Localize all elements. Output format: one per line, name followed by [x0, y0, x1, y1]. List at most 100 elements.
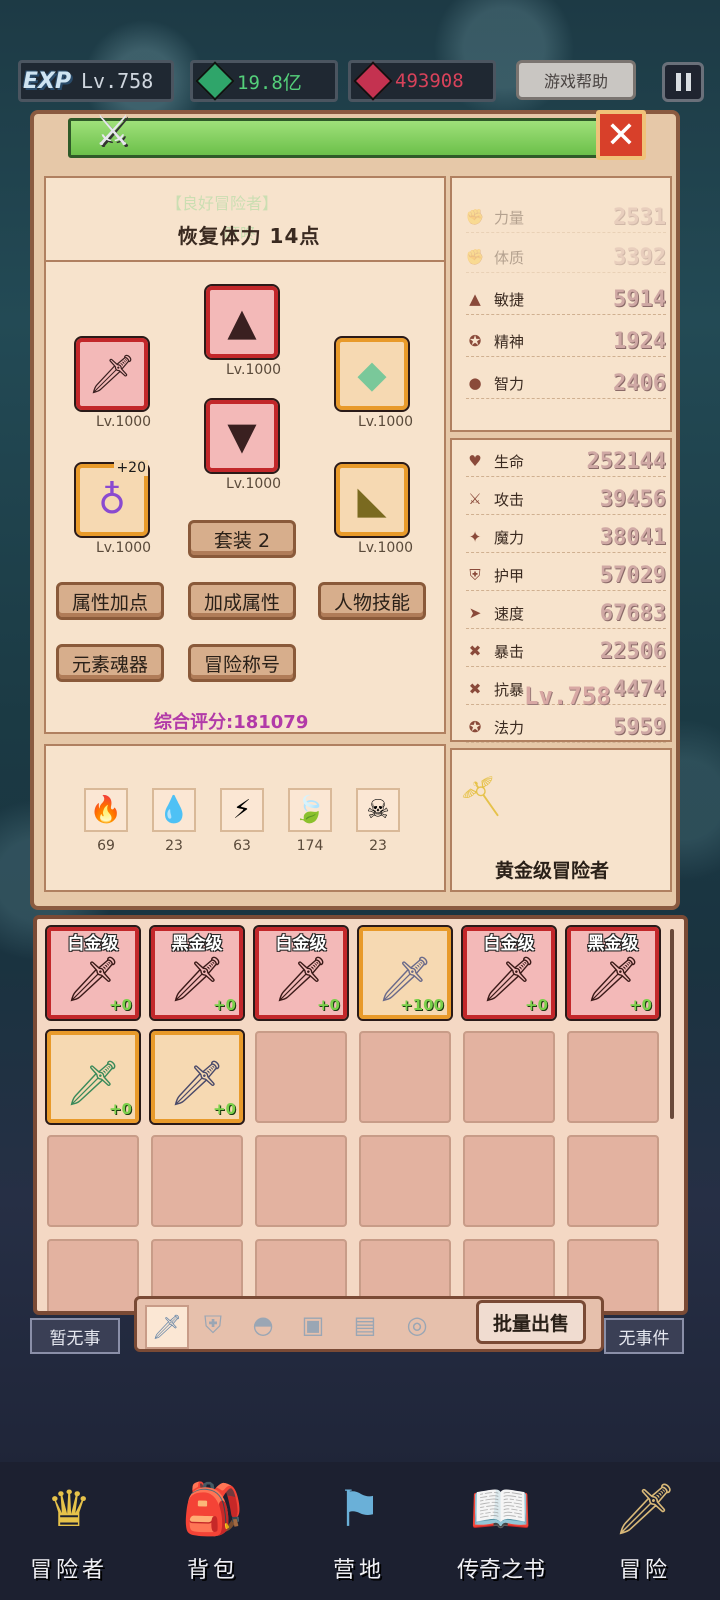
- inventory-scrollbar[interactable]: [670, 929, 674, 1119]
- pause-icon-bar-left: [675, 73, 681, 91]
- stat-value: 2531: [613, 204, 666, 230]
- inventory-empty-slot[interactable]: [255, 1135, 347, 1227]
- recover-stamina-text: 恢复体力 14点: [177, 224, 321, 248]
- inventory-item[interactable]: 黑金级 🗡 +0: [565, 925, 661, 1021]
- tab-shield[interactable]: ⛨: [193, 1305, 233, 1345]
- inventory-empty-slot[interactable]: [255, 1031, 347, 1123]
- equip-slot-necklace[interactable]: ♁ +20: [74, 460, 150, 538]
- close-button[interactable]: ✕: [596, 110, 646, 160]
- tab-ring[interactable]: ◎: [397, 1305, 437, 1345]
- adventure-title-button[interactable]: 冒险称号: [188, 644, 296, 682]
- bonus-attr-button[interactable]: 加成属性: [188, 582, 296, 620]
- stat-speed: ➤ 速度 67683: [466, 598, 666, 629]
- stat-armor: ⛨ 护甲 57029: [466, 560, 666, 591]
- helmet-level: Lv.1000: [226, 362, 282, 378]
- element-earth[interactable]: 🍃: [288, 788, 332, 832]
- item-enhance: +0: [212, 1100, 236, 1118]
- stat-hp: ♥ 生命 252144: [466, 446, 666, 477]
- pause-button[interactable]: [662, 62, 704, 102]
- red-gem-icon: [353, 61, 393, 101]
- stat-name: 力量: [494, 208, 525, 227]
- inventory-empty-slot[interactable]: [47, 1135, 139, 1227]
- tab-weapon[interactable]: 🗡: [145, 1305, 189, 1349]
- nav-adventure[interactable]: 🗡 冒险: [590, 1474, 700, 1594]
- item-enhance: +0: [524, 996, 548, 1014]
- leaf-icon: 🍃: [293, 795, 327, 825]
- inventory-item[interactable]: 🗡 +0: [45, 1029, 141, 1125]
- stat-value: 1924: [613, 328, 666, 354]
- stat-spirit: ✪ 精神 1924: [466, 326, 666, 357]
- inventory-empty-slot[interactable]: [567, 1031, 659, 1123]
- equip-slot-weapon[interactable]: 🗡: [74, 336, 150, 412]
- nav-legend-book[interactable]: 📖 传奇之书: [446, 1474, 556, 1594]
- crit-resist-icon: ✖: [468, 680, 482, 698]
- stat-value: 3392: [613, 244, 666, 270]
- divider: [44, 260, 446, 262]
- nav-adventurer[interactable]: ♛ 冒险者: [14, 1474, 124, 1594]
- inventory-empty-slot[interactable]: [567, 1135, 659, 1227]
- game-help-button[interactable]: 游戏帮助: [516, 60, 636, 100]
- set-bonus-button[interactable]: 套装 2: [188, 520, 296, 558]
- inventory-empty-slot[interactable]: [463, 1135, 555, 1227]
- inventory-item[interactable]: 🗡 +0: [149, 1029, 245, 1125]
- inventory-empty-slot[interactable]: [47, 1239, 139, 1311]
- attr-points-button[interactable]: 属性加点: [56, 582, 164, 620]
- mana-icon: ✪: [468, 718, 482, 736]
- inventory-item[interactable]: 🗡 +100: [357, 925, 453, 1021]
- ghost-title: 【良好冒险者】: [166, 194, 279, 213]
- heart-icon: ♥: [468, 452, 482, 470]
- element-lightning[interactable]: ⚡: [220, 788, 264, 832]
- stat-value: 252144: [586, 448, 666, 474]
- item-enhance: +100: [400, 996, 444, 1014]
- stat-name: 速度: [494, 604, 525, 623]
- helmet-icon: ◓: [252, 1311, 274, 1339]
- inventory-item[interactable]: 白金级 🗡 +0: [45, 925, 141, 1021]
- inventory-empty-slot[interactable]: [151, 1135, 243, 1227]
- bottom-nav: ♛ 冒险者 🎒 背包 ⚑ 营地 📖 传奇之书 🗡 冒险: [0, 1462, 720, 1600]
- boots-level: Lv.1000: [358, 540, 414, 556]
- inventory-grid: 白金级 🗡 +0 黑金级 🗡 +0 白金级 🗡 +0 🗡 +100 白金级 🗡 …: [33, 915, 688, 1315]
- nav-label: 冒险: [618, 1558, 671, 1583]
- nav-backpack[interactable]: 🎒 背包: [158, 1474, 268, 1594]
- tab-pants[interactable]: ▤: [345, 1305, 385, 1345]
- element-fire-value: 69: [97, 838, 115, 854]
- equip-slot-boots[interactable]: ◣: [334, 462, 410, 538]
- element-soul-button[interactable]: 元素魂器: [56, 644, 164, 682]
- necklace-enhance: +20: [114, 460, 148, 476]
- red-gem-pill: 493908: [348, 60, 496, 102]
- stat-value: 4474: [613, 676, 666, 702]
- item-enhance: +0: [628, 996, 652, 1014]
- tab-armor[interactable]: ▣: [293, 1305, 333, 1345]
- element-fire[interactable]: 🔥: [84, 788, 128, 832]
- water-icon: 💧: [157, 795, 191, 825]
- inventory-empty-slot[interactable]: [359, 1031, 451, 1123]
- sword-icon: 🗡: [151, 1313, 183, 1341]
- exp-badge: EXP: [23, 69, 72, 94]
- stat-name: 攻击: [494, 490, 525, 509]
- stat-value: 57029: [599, 562, 666, 588]
- equip-slot-gem[interactable]: ◆: [334, 336, 410, 412]
- element-dark[interactable]: ☠: [356, 788, 400, 832]
- inventory-empty-slot[interactable]: [463, 1031, 555, 1123]
- stat-name: 智力: [494, 374, 525, 393]
- inventory-item[interactable]: 白金级 🗡 +0: [253, 925, 349, 1021]
- stat-value: 67683: [599, 600, 666, 626]
- item-quality: 白金级: [275, 934, 327, 954]
- bulk-sell-button[interactable]: 批量出售: [476, 1300, 586, 1344]
- equip-slot-helmet[interactable]: ▲: [204, 284, 280, 360]
- inventory-empty-slot[interactable]: [359, 1135, 451, 1227]
- magic-icon: ✦: [468, 528, 482, 546]
- inventory-item[interactable]: 白金级 🗡 +0: [461, 925, 557, 1021]
- green-gem-value: 19.8亿: [237, 71, 302, 94]
- tab-helmet[interactable]: ◓: [243, 1305, 283, 1345]
- inventory-item[interactable]: 黑金级 🗡 +0: [149, 925, 245, 1021]
- gem-icon: ◆: [357, 352, 387, 396]
- nav-camp[interactable]: ⚑ 营地: [304, 1474, 414, 1594]
- skull-icon: ☠: [366, 795, 390, 825]
- char-skill-button[interactable]: 人物技能: [318, 582, 426, 620]
- equip-slot-armor[interactable]: ▼: [204, 398, 280, 474]
- banner-icon: ⚑: [336, 1480, 382, 1538]
- element-water[interactable]: 💧: [152, 788, 196, 832]
- fire-icon: 🔥: [89, 795, 123, 825]
- item-quality: 黑金级: [587, 934, 639, 954]
